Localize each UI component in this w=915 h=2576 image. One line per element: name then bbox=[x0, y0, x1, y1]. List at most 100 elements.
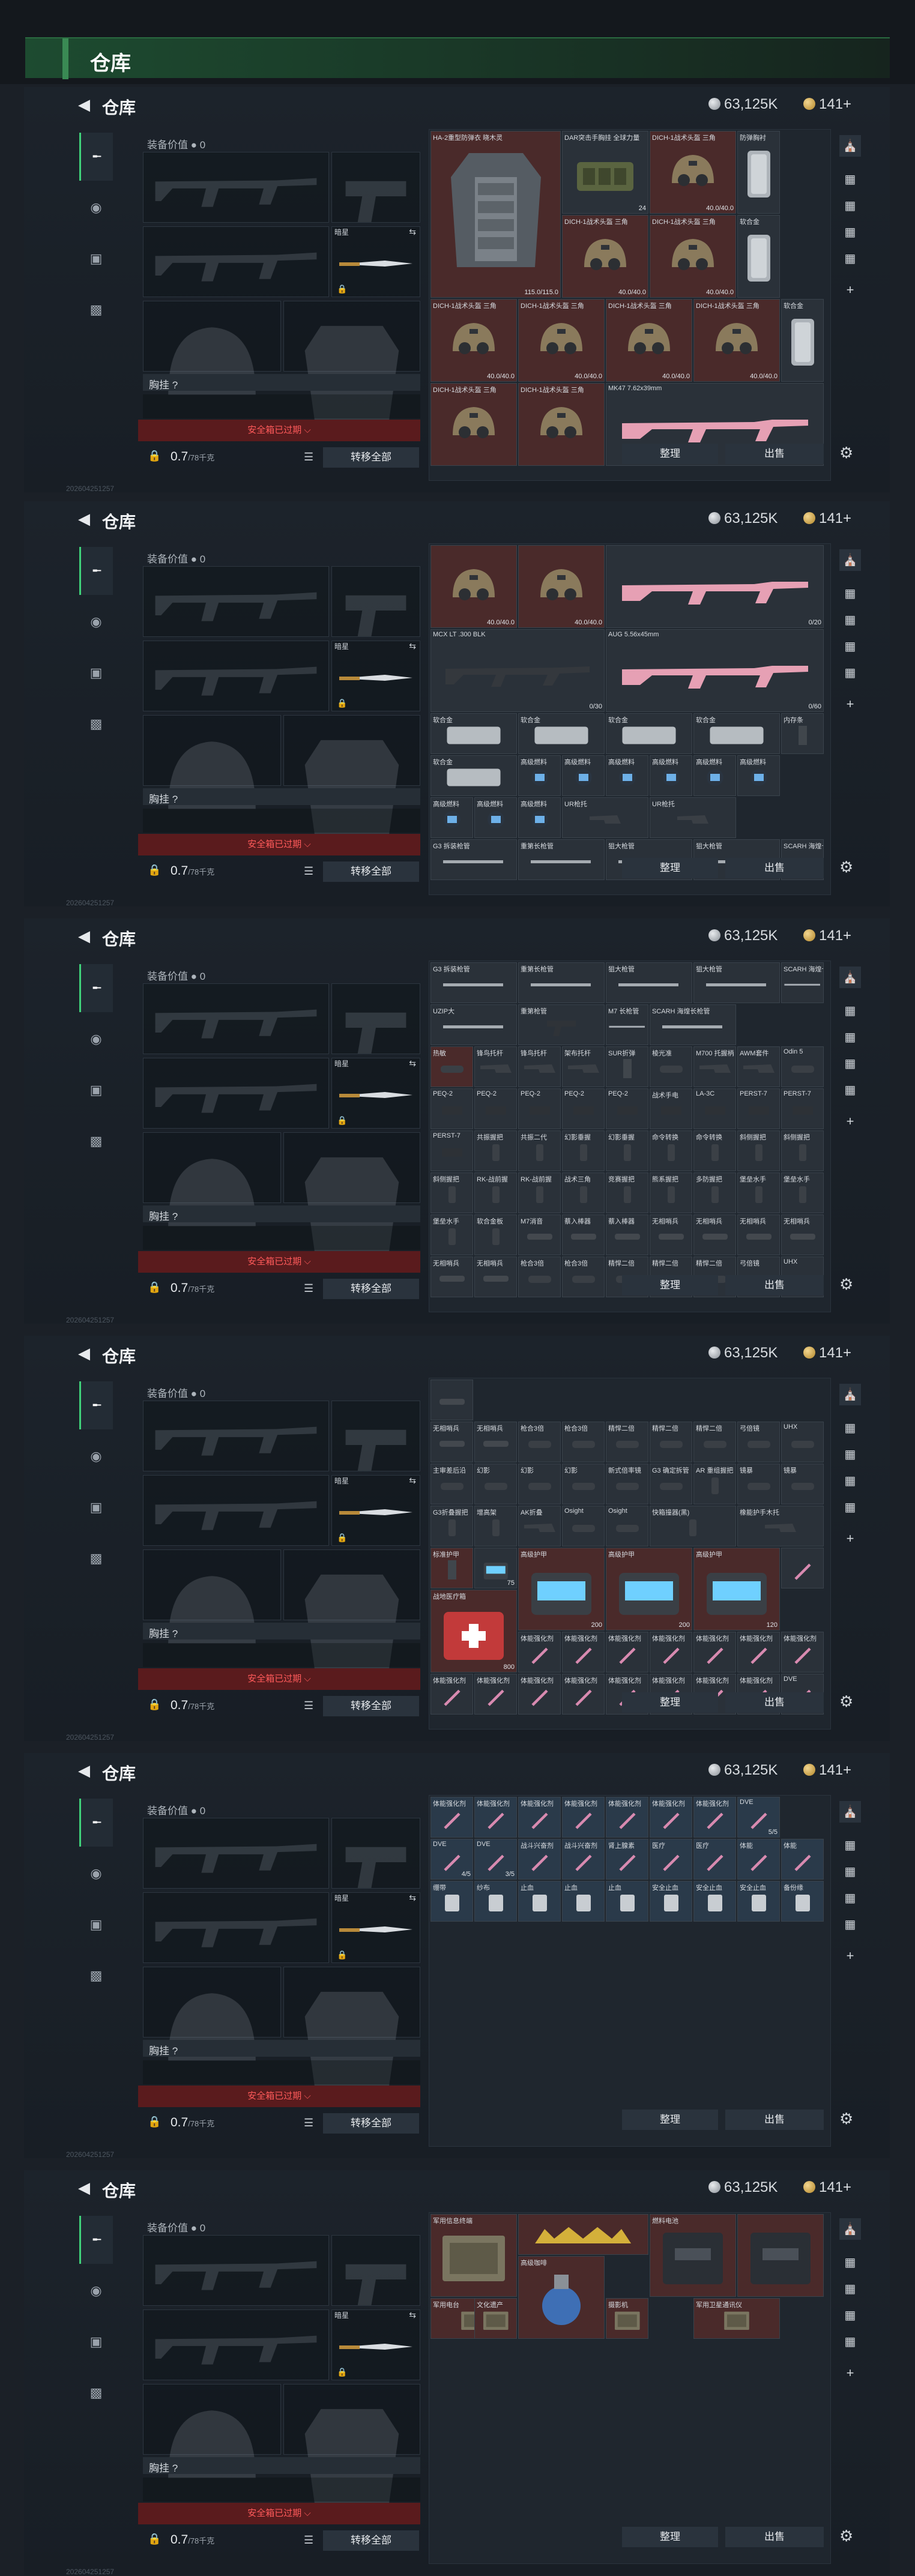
inventory-item[interactable]: 高级燃料 bbox=[693, 755, 736, 796]
warehouse-page-3[interactable]: ▦ bbox=[839, 1887, 861, 1909]
inventory-item[interactable]: PERST-7 bbox=[781, 1088, 824, 1129]
warehouse-page-1[interactable]: ▦ bbox=[839, 583, 861, 605]
inventory-item[interactable]: 无相哨兵 bbox=[693, 1214, 736, 1255]
sort-button[interactable]: 整理 bbox=[622, 2527, 718, 2547]
inventory-item[interactable]: DICH-1战术头盔 三角 40.0/40.0 bbox=[562, 215, 648, 298]
inventory-item[interactable]: PEQ-2 bbox=[518, 1088, 561, 1129]
inventory-item[interactable]: 体能强化剂 bbox=[518, 1632, 561, 1673]
inventory-item[interactable]: 幻影 bbox=[518, 1464, 561, 1504]
inventory-item[interactable]: PEQ-2 bbox=[562, 1088, 605, 1129]
transfer-all-button[interactable]: 转移全部 bbox=[323, 2530, 419, 2551]
warehouse-page-4[interactable]: ▦ bbox=[839, 1079, 861, 1101]
inventory-item[interactable]: 新式倍率镜 bbox=[606, 1464, 648, 1504]
inventory-item[interactable]: 战斗兴奋剂 bbox=[518, 1839, 561, 1880]
add-page-icon[interactable]: + bbox=[839, 693, 861, 715]
warehouse-page-1[interactable]: ▦ bbox=[839, 1417, 861, 1439]
inventory-item[interactable]: 高级燃料 bbox=[650, 755, 692, 796]
inventory-item[interactable]: 命令转换 bbox=[650, 1130, 692, 1171]
inventory-item[interactable]: 军用信息终端 bbox=[430, 2214, 517, 2297]
pistol-slot[interactable] bbox=[331, 1401, 420, 1471]
chest-rig-row[interactable]: 胸挂 ? bbox=[143, 374, 420, 391]
armor-slot[interactable] bbox=[283, 1132, 420, 1253]
inventory-item[interactable]: 棱光准 bbox=[650, 1046, 692, 1087]
inventory-item[interactable]: M7 长枪管 bbox=[606, 1004, 648, 1045]
inventory-item[interactable]: 体能强化剂 bbox=[562, 1674, 605, 1715]
safe-box-expired-bar[interactable]: 安全箱已过期 ⌵ bbox=[138, 834, 420, 855]
inventory-item[interactable]: 绷带 bbox=[430, 1881, 473, 1922]
inventory-item[interactable]: 枪合3倍 bbox=[562, 1422, 605, 1462]
inventory-item[interactable]: 安全止血 bbox=[650, 1881, 692, 1922]
swap-icon[interactable]: ⇆ bbox=[409, 1058, 416, 1069]
inventory-item[interactable]: 高级燃料 bbox=[606, 755, 648, 796]
inventory-item[interactable]: 橡能护手木托 bbox=[737, 1506, 824, 1546]
inventory-item[interactable]: 高级护甲 200 bbox=[606, 1548, 692, 1630]
add-page-icon[interactable]: + bbox=[839, 1945, 861, 1967]
inventory-item[interactable]: PEQ-2 bbox=[474, 1088, 517, 1129]
warehouse-page-4[interactable]: ▦ bbox=[839, 248, 861, 270]
inventory-item[interactable]: 体能强化剂 bbox=[518, 1797, 561, 1838]
primary-weapon-slot[interactable] bbox=[143, 2235, 329, 2306]
melee-slot[interactable]: 暗星 ⇆ 🔒 bbox=[331, 1058, 420, 1129]
inventory-item[interactable]: 熊系握把 bbox=[650, 1172, 692, 1213]
inventory-item[interactable]: 锋鸟托杆 bbox=[518, 1046, 561, 1087]
inventory-item[interactable]: 快箱撞器(黑) bbox=[650, 1506, 736, 1546]
inventory-item[interactable]: DICH-1战术头盔 三角 40.0/40.0 bbox=[693, 299, 780, 382]
secondary-weapon-slot[interactable] bbox=[143, 641, 329, 711]
tab-weapons[interactable]: ╾ bbox=[79, 133, 113, 181]
warehouse-page-3[interactable]: ▦ bbox=[839, 636, 861, 657]
sort-button[interactable]: 整理 bbox=[622, 858, 718, 878]
safe-box-expired-bar[interactable]: 安全箱已过期 ⌵ bbox=[138, 2086, 420, 2107]
inventory-item[interactable]: G3折叠握把 bbox=[430, 1506, 473, 1546]
helmet-slot[interactable] bbox=[143, 715, 281, 809]
tab-weapons[interactable]: ╾ bbox=[79, 547, 113, 595]
list-icon[interactable]: ☰ bbox=[304, 451, 313, 463]
swap-icon[interactable]: ⇆ bbox=[409, 1476, 416, 1486]
inventory-item[interactable]: 摄影机 bbox=[606, 2298, 648, 2339]
sort-button[interactable]: 整理 bbox=[622, 444, 718, 464]
inventory-item[interactable]: 安全止血 bbox=[737, 1881, 780, 1922]
inventory-item[interactable]: 燃料电池 bbox=[650, 2214, 736, 2297]
safe-box-expired-bar[interactable]: 安全箱已过期 ⌵ bbox=[138, 1251, 420, 1273]
warehouse-tab-icon[interactable]: ⛪ bbox=[839, 2218, 861, 2240]
inventory-item[interactable]: 软合金 bbox=[737, 215, 780, 298]
tab-helmet[interactable]: ◉ bbox=[79, 2267, 113, 2315]
warehouse-page-4[interactable]: ▦ bbox=[839, 1914, 861, 1935]
inventory-item[interactable]: 纱布 bbox=[474, 1881, 517, 1922]
back-arrow-icon[interactable]: ◀ bbox=[78, 510, 90, 528]
inventory-item[interactable]: PERST-7 bbox=[737, 1088, 780, 1129]
primary-weapon-slot[interactable] bbox=[143, 566, 329, 637]
armor-slot[interactable] bbox=[283, 1549, 420, 1670]
sell-button[interactable]: 出售 bbox=[725, 1692, 824, 1713]
warehouse-page-3[interactable]: ▦ bbox=[839, 222, 861, 243]
inventory-item[interactable]: 体能强化剂 bbox=[693, 1797, 736, 1838]
primary-weapon-slot[interactable] bbox=[143, 1401, 329, 1471]
tab-armor[interactable]: ▣ bbox=[79, 1483, 113, 1531]
inventory-item[interactable]: AUG 5.56x45mm 0/60 bbox=[606, 629, 824, 712]
chest-rig-row[interactable]: 胸挂 ? bbox=[143, 2457, 420, 2474]
inventory-item[interactable]: 软合金板 bbox=[474, 1214, 517, 1255]
inventory-item[interactable]: 体能强化剂 bbox=[474, 1797, 517, 1838]
inventory-item[interactable]: 共振二代 bbox=[518, 1130, 561, 1171]
warehouse-page-4[interactable]: ▦ bbox=[839, 1497, 861, 1518]
safe-box-expired-bar[interactable]: 安全箱已过期 ⌵ bbox=[138, 2503, 420, 2524]
add-page-icon[interactable]: + bbox=[839, 1111, 861, 1132]
inventory-item[interactable]: 高级燃料 bbox=[737, 755, 780, 796]
tab-helmet[interactable]: ◉ bbox=[79, 1015, 113, 1063]
list-icon[interactable]: ☰ bbox=[304, 1282, 313, 1295]
inventory-item[interactable]: 无相哨兵 bbox=[650, 1214, 692, 1255]
tab-backpack[interactable]: ▩ bbox=[79, 700, 113, 748]
tab-backpack[interactable]: ▩ bbox=[79, 2369, 113, 2417]
tab-helmet[interactable]: ◉ bbox=[79, 1432, 113, 1480]
inventory-item[interactable]: 无相哨兵 bbox=[430, 1422, 473, 1462]
warehouse-page-1[interactable]: ▦ bbox=[839, 2252, 861, 2273]
settings-gear-icon[interactable]: ⚙ bbox=[839, 1692, 853, 1711]
inventory-item[interactable]: UHX bbox=[781, 1422, 824, 1462]
inventory-item[interactable]: 40.0/40.0 bbox=[430, 545, 517, 628]
chest-rig-row[interactable]: 胸挂 ? bbox=[143, 2040, 420, 2057]
tab-backpack[interactable]: ▩ bbox=[79, 1952, 113, 2000]
inventory-item[interactable]: 体能强化剂 bbox=[430, 1674, 473, 1715]
inventory-item[interactable]: M7消音 bbox=[518, 1214, 561, 1255]
chest-rig-row[interactable]: 胸挂 ? bbox=[143, 1623, 420, 1639]
warehouse-page-3[interactable]: ▦ bbox=[839, 2305, 861, 2326]
add-page-icon[interactable]: + bbox=[839, 2362, 861, 2384]
